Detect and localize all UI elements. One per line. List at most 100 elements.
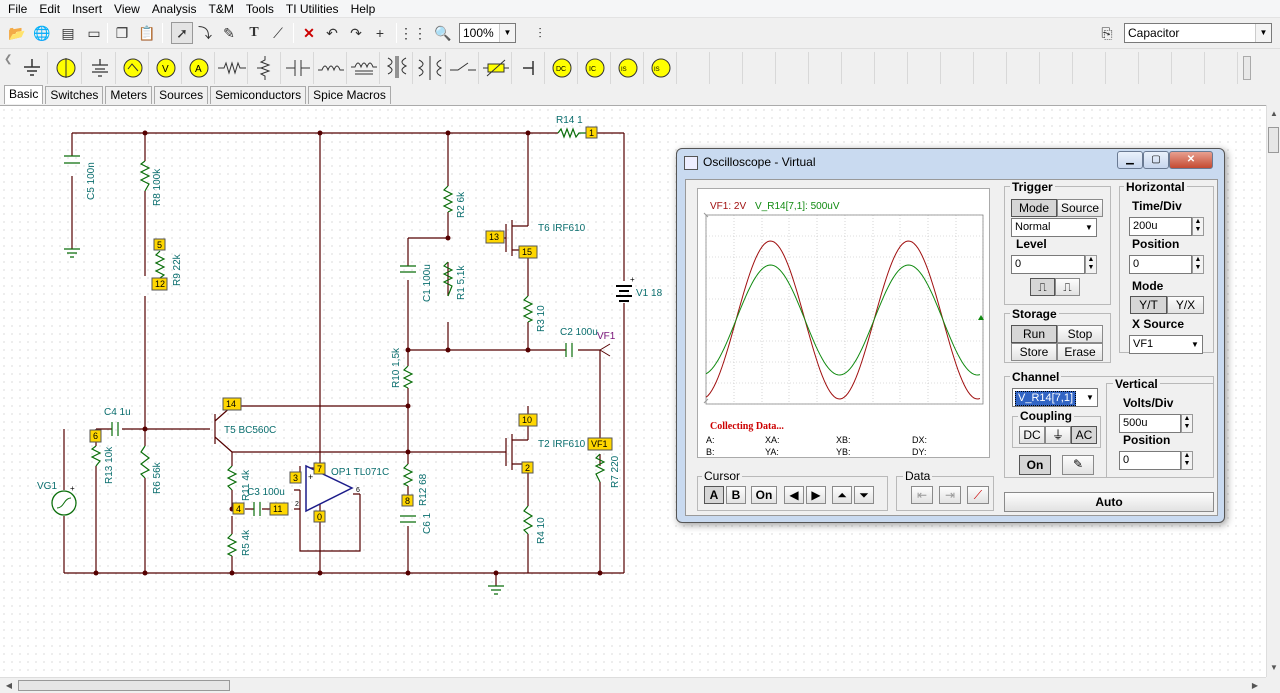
tab-meters[interactable]: Meters <box>105 86 153 104</box>
capacitor-icon[interactable] <box>282 52 314 84</box>
coupling-ac-button[interactable]: AC <box>1071 426 1097 444</box>
coupling-gnd-button[interactable]: ⏚ <box>1045 426 1071 444</box>
zoom-icon[interactable]: 🔍 <box>432 22 454 44</box>
pencil-icon[interactable]: ✎ <box>218 22 240 44</box>
coupling-dc-button[interactable]: DC <box>1019 426 1045 444</box>
trigger-level-input[interactable]: 0 <box>1011 255 1085 274</box>
maximize-button[interactable]: ▢ <box>1143 151 1169 169</box>
data-diagram-icon[interactable]: ⟋ <box>967 486 989 504</box>
search-world-icon[interactable]: 🌐 <box>31 22 53 44</box>
scroll-left-icon[interactable]: ◀ <box>2 679 16 693</box>
channel-select[interactable]: V_R14[7,1] ▼ <box>1012 388 1098 407</box>
store-button[interactable]: Store <box>1011 343 1057 361</box>
resistor-icon[interactable] <box>216 52 248 84</box>
tab-switches[interactable]: Switches <box>45 86 104 104</box>
mode-yx-button[interactable]: Y/X <box>1167 296 1204 314</box>
menu-file[interactable]: File <box>2 0 33 18</box>
menu-insert[interactable]: Insert <box>66 0 108 18</box>
wire-tool-icon[interactable]: ⤵ <box>194 22 216 44</box>
controlled-source-icon[interactable]: IS <box>612 52 644 84</box>
select-arrow-icon[interactable]: ➚ <box>171 22 193 44</box>
minimize-button[interactable]: ▁ <box>1117 151 1143 169</box>
scroll-right-icon[interactable]: ▶ <box>1248 679 1262 693</box>
rising-edge-icon[interactable]: ⎍ <box>1030 278 1055 296</box>
data-export-icon[interactable]: ⇥ <box>939 486 961 504</box>
ammeter-icon[interactable]: A <box>183 52 215 84</box>
place-component-icon[interactable]: ⎘ <box>1096 22 1118 44</box>
tab-spice-macros[interactable]: Spice Macros <box>308 86 391 104</box>
vertical-scrollbar[interactable]: ▲ ▼ <box>1266 105 1280 677</box>
terminal-icon[interactable] <box>513 52 545 84</box>
menu-view[interactable]: View <box>108 0 146 18</box>
hscroll-thumb[interactable] <box>18 680 230 691</box>
tab-sources[interactable]: Sources <box>154 86 209 104</box>
graphics-tool-icon[interactable]: ⟋ <box>267 22 289 44</box>
inductor-icon[interactable] <box>315 52 347 84</box>
time-div-input[interactable]: 200u <box>1129 217 1192 236</box>
mode-yt-button[interactable]: Y/T <box>1130 296 1167 314</box>
controlled-source2-icon[interactable]: IS <box>645 52 677 84</box>
menu-help[interactable]: Help <box>345 0 382 18</box>
scroll-down-icon[interactable]: ▼ <box>1267 661 1280 675</box>
horizontal-position-spinner[interactable]: ▲ ▼ <box>1192 255 1204 274</box>
voltage-ground-icon[interactable] <box>84 52 116 84</box>
paste-icon[interactable]: 📋 <box>136 22 158 44</box>
component-combo[interactable]: Capacitor ▼ <box>1124 23 1272 43</box>
vertical-position-spinner[interactable]: ▲ ▼ <box>1181 451 1193 470</box>
cursor-a-button[interactable]: A <box>704 486 724 504</box>
cursor-b-button[interactable]: B <box>726 486 746 504</box>
junction-icon[interactable]: + <box>369 22 391 44</box>
x-source-select[interactable]: VF1 ▼ <box>1129 335 1203 354</box>
menu-edit[interactable]: Edit <box>33 0 66 18</box>
print-icon[interactable]: ▭ <box>83 22 105 44</box>
cursor-up-icon[interactable]: ⏶ <box>832 486 852 504</box>
transformer-icon[interactable] <box>381 52 413 84</box>
time-div-spinner[interactable]: ▲ ▼ <box>1192 217 1204 236</box>
cursor-left-icon[interactable]: ◀ <box>784 486 804 504</box>
text-tool-icon[interactable]: T <box>243 22 265 44</box>
auto-button[interactable]: Auto <box>1004 492 1214 512</box>
varistor-icon[interactable] <box>480 52 512 84</box>
grid-icon[interactable]: ⋮⋮ <box>399 22 427 44</box>
trigger-source-button[interactable]: Source <box>1057 199 1103 217</box>
falling-edge-icon[interactable]: ⎍ <box>1055 278 1080 296</box>
horizontal-position-input[interactable]: 0 <box>1129 255 1192 274</box>
menu-tools[interactable]: Tools <box>240 0 280 18</box>
vscroll-thumb[interactable] <box>1268 127 1279 153</box>
cursor-right-icon[interactable]: ▶ <box>806 486 826 504</box>
volts-div-spinner[interactable]: ▲ ▼ <box>1181 414 1193 433</box>
delete-icon[interactable]: ✕ <box>298 22 320 44</box>
volts-div-input[interactable]: 500u <box>1119 414 1181 433</box>
battery-icon[interactable] <box>50 52 82 84</box>
redo-icon[interactable]: ↷ <box>345 22 367 44</box>
tab-basic[interactable]: Basic <box>4 85 44 104</box>
channel-on-button[interactable]: On <box>1019 455 1051 475</box>
voltmeter-icon[interactable]: V <box>150 52 182 84</box>
cursor-down-icon[interactable]: ⏷ <box>854 486 874 504</box>
vertical-position-input[interactable]: 0 <box>1119 451 1181 470</box>
stop-button[interactable]: Stop <box>1057 325 1103 343</box>
menu-ti-utilities[interactable]: TI Utilities <box>280 0 345 18</box>
menu-analysis[interactable]: Analysis <box>146 0 203 18</box>
transformer2-icon[interactable] <box>414 52 446 84</box>
tab-semiconductors[interactable]: Semiconductors <box>210 86 307 104</box>
erase-button[interactable]: Erase <box>1057 343 1103 361</box>
cursor-on-button[interactable]: On <box>751 486 777 504</box>
open-folder-icon[interactable]: 📂 <box>6 22 28 44</box>
horizontal-scrollbar[interactable]: ◀ ▶ <box>0 677 1266 693</box>
save-icon[interactable]: ▤ <box>57 22 79 44</box>
zoom-combo[interactable]: 100% ▼ <box>459 23 516 43</box>
inductor2-icon[interactable] <box>348 52 380 84</box>
trigger-mode-select[interactable]: Normal ▼ <box>1011 218 1097 237</box>
voltage-source-icon[interactable] <box>117 52 149 84</box>
trigger-mode-button[interactable]: Mode <box>1011 199 1057 217</box>
toolbar-scroll-handle[interactable] <box>1243 56 1251 80</box>
data-import-icon[interactable]: ⇤ <box>911 486 933 504</box>
scroll-up-icon[interactable]: ▲ <box>1267 107 1280 121</box>
probe-pen-icon[interactable]: ✎ <box>1062 455 1094 475</box>
current-source-icon[interactable]: DC <box>546 52 578 84</box>
ac-source-icon[interactable]: IC <box>579 52 611 84</box>
close-button[interactable]: ✕ <box>1169 151 1213 169</box>
switch-icon[interactable] <box>447 52 479 84</box>
run-button[interactable]: Run <box>1011 325 1057 343</box>
